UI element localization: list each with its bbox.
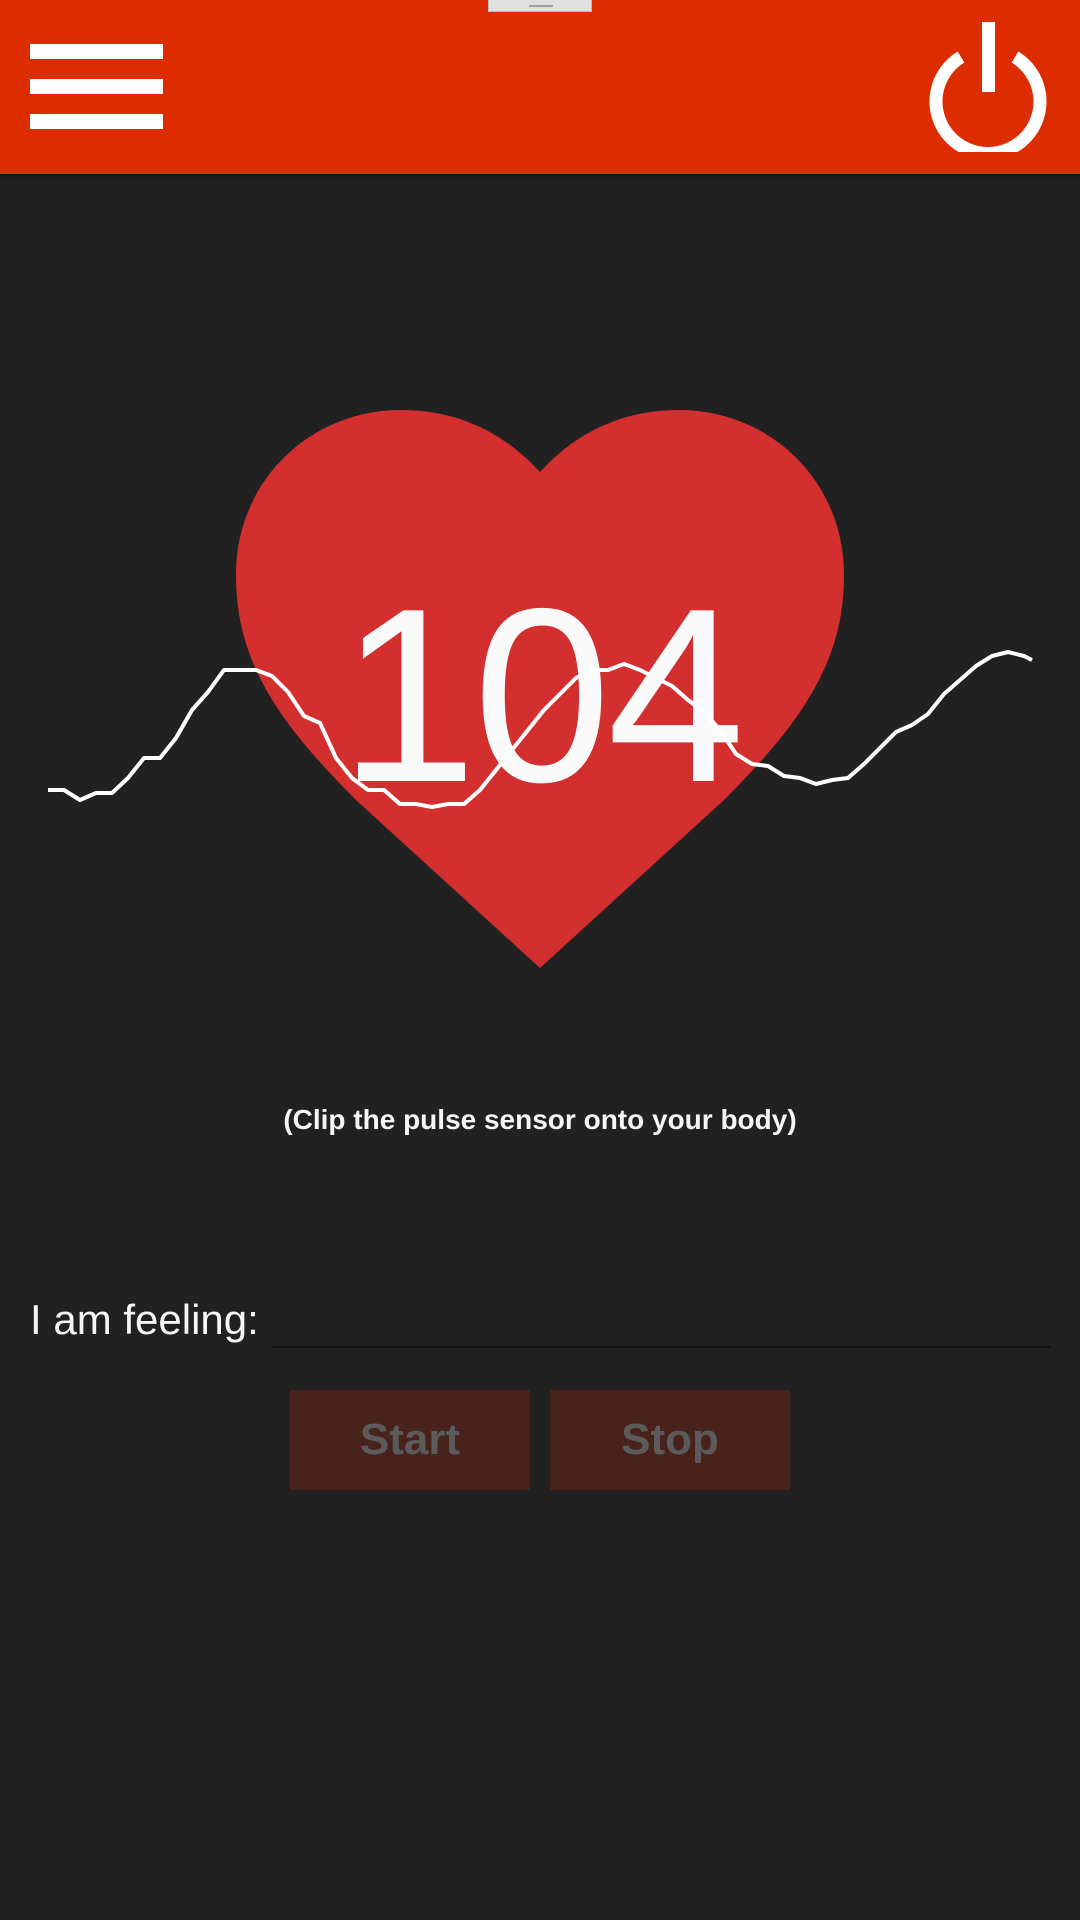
menu-button[interactable] xyxy=(30,42,164,132)
heart-rate-display: 104 xyxy=(0,380,1080,1000)
app-screen: 104 (Clip the pulse sensor onto your bod… xyxy=(0,0,1080,1920)
feeling-row: I am feeling: xyxy=(30,1292,1050,1352)
feeling-input[interactable] xyxy=(272,1292,1050,1348)
power-icon xyxy=(929,22,1047,160)
feeling-label: I am feeling: xyxy=(30,1296,259,1343)
pulse-waveform xyxy=(48,650,1033,809)
notification-pull-tab[interactable] xyxy=(488,0,592,12)
start-button[interactable]: Start xyxy=(290,1390,530,1490)
stop-button[interactable]: Stop xyxy=(550,1390,790,1490)
hamburger-menu-icon-bar xyxy=(30,79,163,94)
app-bar xyxy=(0,0,1080,174)
hamburger-menu-icon xyxy=(30,44,163,59)
sensor-hint-text: (Clip the pulse sensor onto your body) xyxy=(283,1104,797,1135)
hamburger-menu-icon-bar xyxy=(30,114,163,129)
power-button[interactable] xyxy=(926,18,1050,160)
